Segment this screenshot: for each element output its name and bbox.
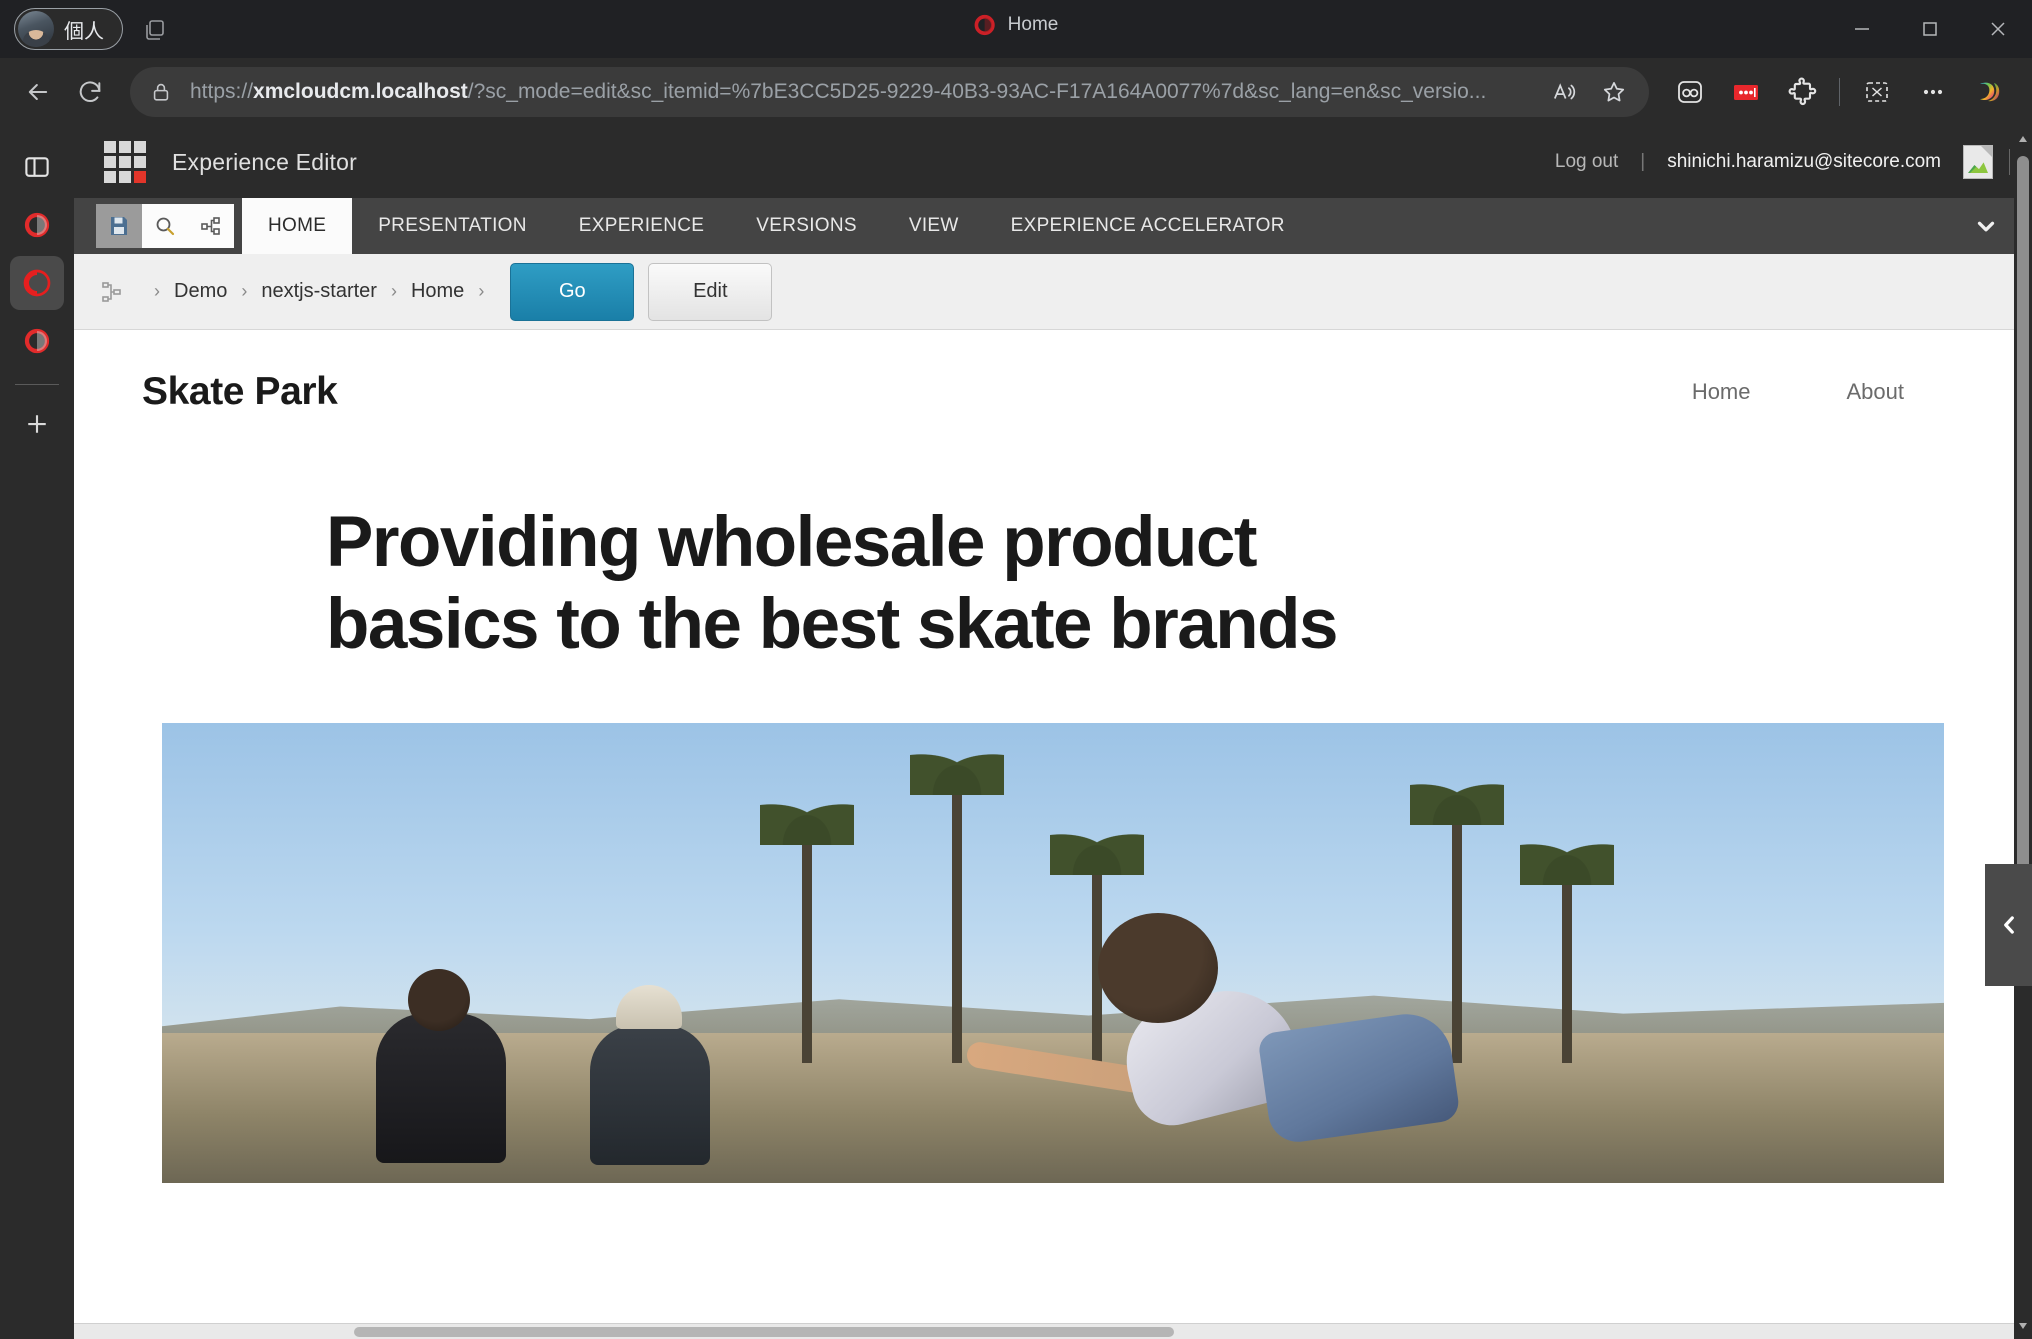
breadcrumb-chevron: › <box>478 281 485 301</box>
tab-presentation[interactable]: PRESENTATION <box>352 198 553 254</box>
navigate-icon[interactable] <box>188 204 234 248</box>
lock-icon <box>153 83 169 101</box>
horizontal-scrollbar-thumb[interactable] <box>354 1327 1174 1337</box>
content-tree-icon[interactable] <box>100 279 124 305</box>
minimize-button[interactable] <box>1828 0 1896 58</box>
logout-link[interactable]: Log out <box>1555 151 1618 173</box>
pocket-extension-icon[interactable] <box>1663 65 1717 119</box>
breadcrumb-chevron: › <box>241 281 248 301</box>
profile-button[interactable]: 個人 <box>14 8 123 50</box>
page-title: Experience Editor <box>172 148 357 175</box>
sitecore-app-1-icon[interactable] <box>10 198 64 252</box>
user-email: shinichi.haramizu@sitecore.com <box>1667 151 1941 172</box>
tab-view[interactable]: VIEW <box>883 198 985 254</box>
skater-hair <box>1098 913 1219 1024</box>
chevron-down-icon[interactable] <box>1966 198 2006 254</box>
sitecore-app-3-icon[interactable] <box>10 314 64 368</box>
settings-more-icon[interactable] <box>1906 65 1960 119</box>
experience-editor-header: Experience Editor Log out | shinichi.har… <box>74 126 2032 198</box>
bystander-person <box>375 969 506 1164</box>
extensions-toolbar <box>1663 65 2016 119</box>
horizontal-scrollbar[interactable] <box>74 1323 2014 1339</box>
read-aloud-icon[interactable] <box>1541 69 1587 115</box>
maximize-button[interactable] <box>1896 0 1964 58</box>
close-button[interactable] <box>1964 0 2032 58</box>
sitecore-favicon-icon <box>974 14 995 36</box>
quick-access-toolbar <box>96 204 234 248</box>
browser-tab-strip: 個人 Home <box>0 0 2032 58</box>
rendered-site: Skate Park Home About Providing wholesal… <box>74 330 2032 1339</box>
browser-toolbar: https://xmcloudcm.localhost/?sc_mode=edi… <box>0 58 2032 126</box>
profile-label: 個人 <box>64 20 104 43</box>
ribbon-tabs: HOME PRESENTATION EXPERIENCE VERSIONS VI… <box>242 198 1311 254</box>
screenshot-capture-icon[interactable] <box>1850 65 1904 119</box>
url-scheme: https:// <box>190 80 254 103</box>
browser-sidebar-rail <box>0 126 74 1339</box>
sidebar-toggle-icon[interactable] <box>10 140 64 194</box>
site-nav-about[interactable]: About <box>1799 379 1953 405</box>
window-controls <box>1828 0 2032 58</box>
page-viewport: Experience Editor Log out | shinichi.har… <box>74 126 2032 1339</box>
breadcrumb-chevron: › <box>154 281 160 301</box>
page-scrollbar-thumb[interactable] <box>2017 156 2029 926</box>
breadcrumb-chevron: › <box>390 281 397 301</box>
breadcrumb-item-nextjs-starter[interactable]: nextjs-starter <box>261 280 377 303</box>
site-nav: Home About <box>1644 379 1952 405</box>
profile-avatar <box>18 11 54 47</box>
url-text: https://xmcloudcm.localhost/?sc_mode=edi… <box>190 80 1541 104</box>
site-nav-home[interactable]: Home <box>1644 379 1799 405</box>
app-launcher-icon[interactable] <box>104 141 146 183</box>
puzzle-extensions-icon[interactable] <box>1775 65 1829 119</box>
tab-title: Home <box>1007 14 1059 35</box>
bystander-person <box>589 985 710 1166</box>
tab-experience-accelerator[interactable]: EXPERIENCE ACCELERATOR <box>985 198 1311 254</box>
site-logo[interactable]: Skate Park <box>142 370 338 414</box>
add-workspace-icon[interactable] <box>10 397 64 451</box>
favorite-star-icon[interactable] <box>1591 69 1637 115</box>
red-dots-extension-icon[interactable] <box>1719 65 1773 119</box>
collapse-panel-button[interactable] <box>1985 864 2032 986</box>
avatar[interactable] <box>1963 145 1993 179</box>
palm-tree <box>760 787 854 1064</box>
copilot-icon[interactable] <box>1962 65 2016 119</box>
scroll-up-arrow-icon[interactable] <box>2014 130 2032 148</box>
browser-window: 個人 Home https://xmcloudcm.localhost/?sc_… <box>0 0 2032 1339</box>
sitecore-app-2-icon[interactable] <box>10 256 64 310</box>
url-path: /?sc_mode=edit&sc_itemid=%7bE3CC5D25-922… <box>467 80 1487 103</box>
breadcrumb-item-demo[interactable]: Demo <box>174 280 227 303</box>
save-icon[interactable] <box>96 204 142 248</box>
page-scrollbar[interactable] <box>2014 126 2032 1339</box>
tab-group-icon[interactable] <box>142 18 168 42</box>
rail-divider <box>15 384 59 385</box>
tab-home[interactable]: HOME <box>242 198 353 254</box>
skater-figure <box>946 855 1466 1155</box>
search-icon[interactable] <box>142 204 188 248</box>
address-bar[interactable]: https://xmcloudcm.localhost/?sc_mode=edi… <box>130 67 1649 117</box>
back-button[interactable] <box>12 66 64 118</box>
tab-versions[interactable]: VERSIONS <box>730 198 883 254</box>
header-separator: | <box>1640 151 1646 172</box>
ribbon-bar: HOME PRESENTATION EXPERIENCE VERSIONS VI… <box>74 198 2032 254</box>
breadcrumb: › Demo › nextjs-starter › Home › Go Edit <box>74 254 2032 330</box>
reload-button[interactable] <box>64 66 116 118</box>
go-button[interactable]: Go <box>510 262 635 321</box>
tab-experience[interactable]: EXPERIENCE <box>553 198 730 254</box>
breadcrumb-item-home[interactable]: Home <box>411 280 464 303</box>
header-user-area: Log out | shinichi.haramizu@sitecore.com <box>1555 145 2032 179</box>
site-header: Skate Park Home About <box>74 330 2032 414</box>
url-host: xmcloudcm.localhost <box>253 80 468 103</box>
hero-image <box>162 723 1944 1184</box>
palm-tree <box>1520 827 1614 1064</box>
active-tab[interactable]: Home <box>974 14 1059 36</box>
header-separator-2 <box>2009 149 2010 175</box>
hero-headline: Providing wholesale product basics to th… <box>326 503 1338 664</box>
scroll-down-arrow-icon[interactable] <box>2014 1317 2032 1335</box>
edit-button[interactable]: Edit <box>648 262 773 321</box>
toolbar-divider <box>1839 78 1840 106</box>
